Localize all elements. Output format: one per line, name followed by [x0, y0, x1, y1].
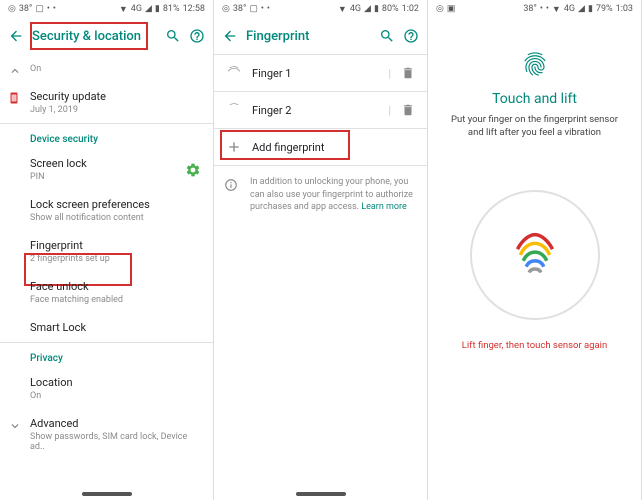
lift-finger-warning: Lift finger, then touch sensor again [444, 340, 625, 351]
search-icon[interactable] [379, 28, 395, 44]
status-bar: ◎ ▣ 38° •• ▼ 4G ◢ ▮ 79% 1:03 [428, 0, 641, 18]
temp-indicator: 38° [233, 4, 246, 14]
screenlock-title: Screen lock [30, 157, 201, 170]
delete-icon[interactable] [401, 66, 415, 80]
gear-icon[interactable] [185, 162, 201, 178]
camera-icon: ◎ [8, 4, 16, 14]
app-icon: ▣ [447, 4, 456, 14]
add-fingerprint-button[interactable]: Add fingerprint [214, 129, 427, 165]
finger-1-label: Finger 1 [252, 67, 378, 80]
back-icon[interactable] [222, 28, 238, 44]
update-title: Security update [30, 90, 201, 103]
app-bar: Fingerprint [214, 18, 427, 54]
battery-pct: 81% [163, 4, 180, 14]
help-icon[interactable] [403, 28, 419, 44]
section-device-security: Device security [0, 124, 213, 149]
item-lock-screen-preferences[interactable]: Lock screen preferences Show all notific… [0, 190, 213, 231]
item-security-update[interactable]: Security update July 1, 2019 [0, 82, 213, 123]
fingerprint-large-icon [500, 220, 570, 290]
item-status[interactable]: On [0, 54, 213, 82]
device-icon: ▢ [249, 4, 258, 14]
lockpref-title: Lock screen preferences [30, 198, 201, 211]
temp-indicator: 38° [523, 4, 536, 14]
item-location[interactable]: Location On [0, 368, 213, 409]
wifi-icon: ▼ [119, 4, 128, 15]
app-bar: Security & location [0, 18, 213, 54]
device-icon: ▢ [35, 4, 44, 14]
screen-fingerprint-list: ◎ 38° ▢ •• ▼ 4G ◢ ▮ 80% 1:02 Fingerprint [214, 0, 428, 500]
help-icon[interactable] [189, 28, 205, 44]
status-bar: ◎ 38° ▢ •• ▼ 4G ◢ ▮ 80% 1:02 [214, 0, 427, 18]
advanced-title: Advanced [30, 417, 201, 430]
fingerprint-small-icon [521, 50, 549, 78]
nav-handle[interactable] [296, 492, 346, 496]
fingerprint-title: Fingerprint [30, 239, 201, 252]
signal-icon: ◢ [364, 4, 371, 14]
wifi-icon: ▼ [338, 4, 347, 15]
signal-label: 4G [564, 4, 575, 14]
fingerprint-info: In addition to unlocking your phone, you… [214, 166, 427, 224]
fingerprint-icon [226, 65, 242, 81]
temp-indicator: 38° [19, 4, 32, 14]
wifi-icon: ▼ [552, 4, 561, 15]
section-privacy: Privacy [0, 343, 213, 368]
signal-icon: ◢ [578, 4, 585, 14]
status-bar: ◎ 38° ▢ •• ▼ 4G ◢ ▮ 81% 12:58 [0, 0, 213, 18]
chevron-up-icon [8, 64, 22, 78]
clock: 1:02 [402, 4, 419, 14]
info-icon [224, 178, 238, 192]
page-title: Fingerprint [246, 29, 371, 44]
battery-icon: ▮ [374, 4, 379, 14]
item-face-unlock[interactable]: Face unlock Face matching enabled [0, 272, 213, 313]
fingerprint-scan-circle [470, 190, 600, 320]
fingerprint-icon [226, 102, 242, 118]
chevron-down-icon [8, 419, 22, 433]
lockpref-subtitle: Show all notification content [30, 213, 201, 223]
item-screen-lock[interactable]: Screen lock PIN [0, 149, 213, 190]
status-on: On [30, 64, 201, 74]
plus-icon [226, 139, 242, 155]
smartlock-title: Smart Lock [30, 321, 201, 334]
item-advanced[interactable]: Advanced Show passwords, SIM card lock, … [0, 409, 213, 460]
page-title: Security & location [32, 29, 157, 44]
clock: 1:03 [616, 4, 633, 14]
back-icon[interactable] [8, 28, 24, 44]
battery-icon: ▮ [155, 4, 160, 14]
signal-icon: ◢ [145, 4, 152, 14]
learn-more-link[interactable]: Learn more [361, 202, 407, 212]
screen-security-location: ◎ 38° ▢ •• ▼ 4G ◢ ▮ 81% 12:58 Security &… [0, 0, 214, 500]
location-title: Location [30, 376, 201, 389]
signal-label: 4G [350, 4, 361, 14]
security-update-icon [8, 92, 20, 104]
item-smart-lock[interactable]: Smart Lock [0, 313, 213, 342]
fingerprint-entry-2[interactable]: Finger 2 | [214, 92, 427, 128]
setup-description: Put your finger on the fingerprint senso… [444, 113, 625, 140]
search-icon[interactable] [165, 28, 181, 44]
camera-icon: ◎ [436, 4, 444, 14]
faceunlock-title: Face unlock [30, 280, 201, 293]
screen-fingerprint-setup: ◎ ▣ 38° •• ▼ 4G ◢ ▮ 79% 1:03 Touch and l… [428, 0, 642, 500]
setup-title: Touch and lift [444, 91, 625, 107]
setup-content: Touch and lift Put your finger on the fi… [428, 18, 641, 351]
delete-icon[interactable] [401, 103, 415, 117]
fingerprint-entry-1[interactable]: Finger 1 | [214, 55, 427, 91]
battery-pct: 79% [596, 4, 613, 14]
screenlock-subtitle: PIN [30, 172, 201, 182]
battery-icon: ▮ [588, 4, 593, 14]
add-fingerprint-label: Add fingerprint [252, 141, 415, 154]
advanced-subtitle: Show passwords, SIM card lock, Device ad… [30, 432, 201, 452]
faceunlock-subtitle: Face matching enabled [30, 295, 201, 305]
camera-icon: ◎ [222, 4, 230, 14]
update-subtitle: July 1, 2019 [30, 105, 201, 115]
finger-2-label: Finger 2 [252, 104, 378, 117]
location-subtitle: On [30, 391, 201, 401]
signal-label: 4G [131, 4, 142, 14]
fingerprint-subtitle: 2 fingerprints set up [30, 254, 201, 264]
clock: 12:58 [183, 4, 205, 14]
item-fingerprint[interactable]: Fingerprint 2 fingerprints set up [0, 231, 213, 272]
battery-pct: 80% [382, 4, 399, 14]
nav-handle[interactable] [82, 492, 132, 496]
